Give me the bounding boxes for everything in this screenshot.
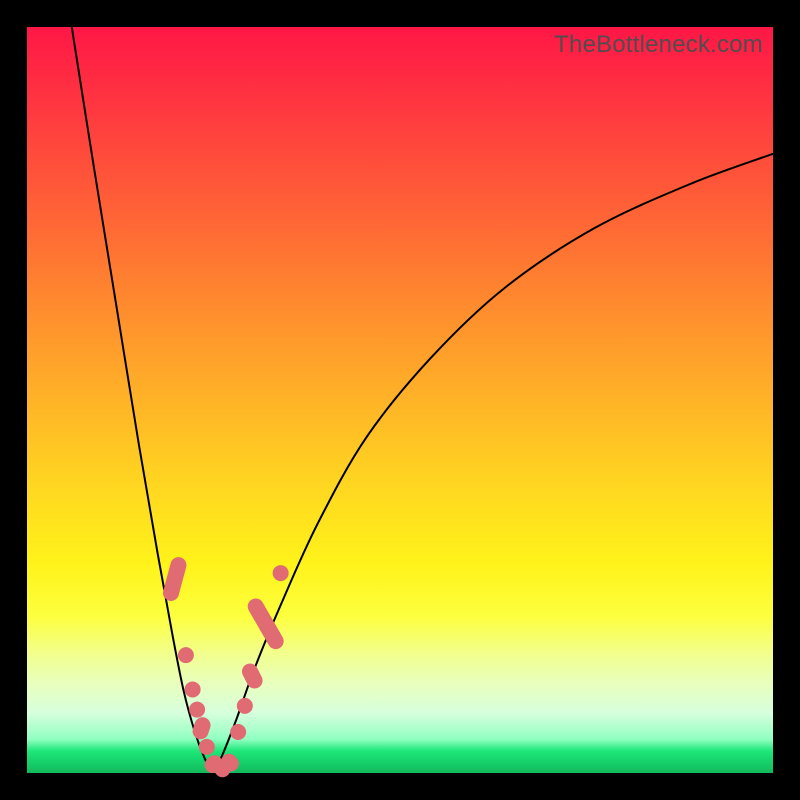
data-marker (239, 661, 265, 692)
curve-group (72, 27, 773, 772)
data-marker (189, 702, 205, 718)
data-marker (237, 698, 253, 714)
chart-frame: TheBottleneck.com (0, 0, 800, 800)
chart-svg (27, 27, 773, 773)
data-marker (273, 565, 289, 581)
plot-area: TheBottleneck.com (27, 27, 773, 773)
data-marker (190, 715, 212, 741)
data-marker (178, 647, 194, 663)
data-marker (199, 739, 215, 755)
data-marker (185, 681, 201, 697)
data-marker (161, 555, 188, 602)
marker-group (161, 555, 288, 777)
curve-right-branch (212, 154, 773, 772)
data-marker (230, 724, 246, 740)
